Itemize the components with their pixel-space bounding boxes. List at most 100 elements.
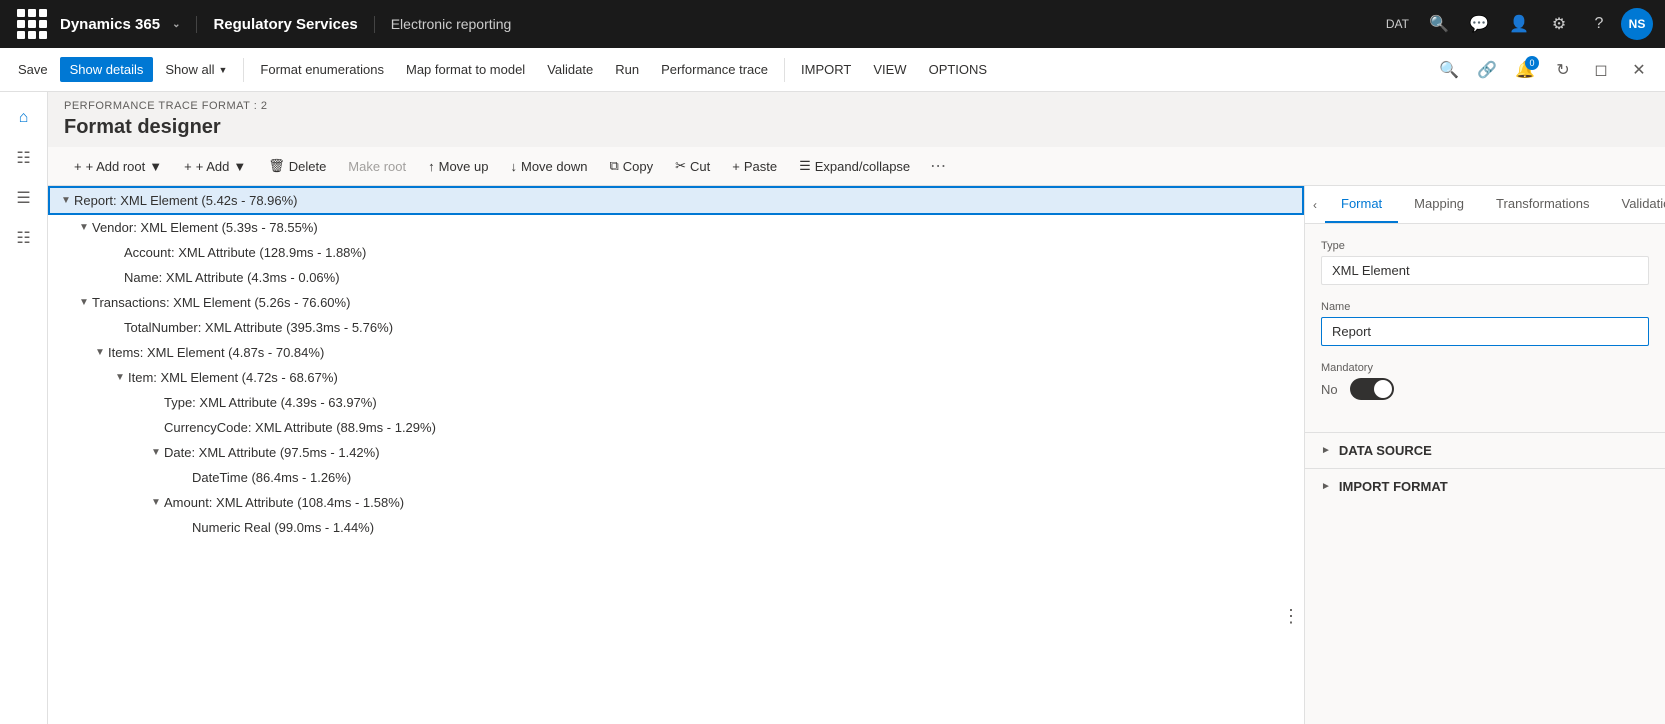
- chat-icon[interactable]: 💬: [1461, 6, 1497, 42]
- page-title: Format designer: [48, 112, 1665, 147]
- tab-validations[interactable]: Validations: [1605, 186, 1665, 223]
- name-input[interactable]: [1321, 317, 1649, 346]
- tab-transformations[interactable]: Transformations: [1480, 186, 1605, 223]
- copy-icon: ⧉: [609, 158, 618, 174]
- table-row[interactable]: CurrencyCode: XML Attribute (88.9ms - 1.…: [48, 415, 1304, 440]
- window-icon[interactable]: ◻: [1583, 52, 1619, 88]
- expand-chevron-icon[interactable]: ▼: [58, 195, 74, 206]
- tab-mapping[interactable]: Mapping: [1398, 186, 1480, 223]
- user-icon[interactable]: 👤: [1501, 6, 1537, 42]
- table-row[interactable]: ▼ Date: XML Attribute (97.5ms - 1.42%): [48, 440, 1304, 465]
- table-row[interactable]: DateTime (86.4ms - 1.26%): [48, 465, 1304, 490]
- sidebar-home-icon[interactable]: ⌂: [6, 100, 42, 136]
- more-tree-options-icon[interactable]: ⋮: [1282, 606, 1300, 627]
- mandatory-row: No: [1321, 378, 1649, 400]
- refresh-icon[interactable]: ↻: [1545, 52, 1581, 88]
- expand-chevron-icon[interactable]: ▼: [92, 347, 108, 358]
- type-value: XML Element: [1321, 256, 1649, 285]
- run-button[interactable]: Run: [605, 57, 649, 82]
- sidebar-nav-icon[interactable]: ☰: [6, 180, 42, 216]
- show-details-button[interactable]: Show details: [60, 57, 154, 82]
- table-row[interactable]: ▼ Items: XML Element (4.87s - 70.84%): [48, 340, 1304, 365]
- spacer-icon: [108, 322, 124, 333]
- paste-icon: +: [732, 159, 740, 174]
- link-icon[interactable]: 🔗: [1469, 52, 1505, 88]
- close-icon[interactable]: ✕: [1621, 52, 1657, 88]
- delete-button[interactable]: 🗑 Delete: [258, 153, 336, 179]
- apps-button[interactable]: [12, 4, 52, 44]
- notification-icon[interactable]: 🔔 0: [1507, 52, 1543, 88]
- add-chevron-icon: ▼: [233, 159, 246, 174]
- type-field-group: Type XML Element: [1321, 240, 1649, 285]
- brand-chevron-icon[interactable]: ⌄: [172, 19, 180, 30]
- move-down-button[interactable]: ↓ Move down: [500, 154, 597, 179]
- tab-format[interactable]: Format: [1325, 186, 1398, 223]
- view-button[interactable]: VIEW: [863, 57, 916, 82]
- table-row[interactable]: Type: XML Attribute (4.39s - 63.97%): [48, 390, 1304, 415]
- perf-trace-button[interactable]: Performance trace: [651, 57, 778, 82]
- table-row[interactable]: Numeric Real (99.0ms - 1.44%): [48, 515, 1304, 540]
- command-bar: Save Show details Show all ▼ Format enum…: [0, 48, 1665, 92]
- import-format-label: IMPORT FORMAT: [1339, 479, 1448, 494]
- move-up-button[interactable]: ↑ Move up: [418, 154, 498, 179]
- expand-chevron-icon[interactable]: ▼: [148, 497, 164, 508]
- separator-2: [784, 58, 785, 82]
- table-row[interactable]: ▼ Amount: XML Attribute (108.4ms - 1.58%…: [48, 490, 1304, 515]
- mandatory-no-label: No: [1321, 382, 1338, 397]
- import-button[interactable]: IMPORT: [791, 57, 861, 82]
- format-enumerations-button[interactable]: Format enumerations: [250, 57, 394, 82]
- copy-button[interactable]: ⧉ Copy: [599, 153, 663, 179]
- left-sidebar: ⌂ ☷ ☰ ☷: [0, 92, 48, 724]
- table-row[interactable]: ▼ Transactions: XML Element (5.26s - 76.…: [48, 290, 1304, 315]
- sidebar-filter-icon[interactable]: ☷: [6, 140, 42, 176]
- mandatory-toggle[interactable]: [1350, 378, 1394, 400]
- sidebar-list-icon[interactable]: ☷: [6, 220, 42, 256]
- right-panel: ‹ Format Mapping Transformations Validat…: [1305, 186, 1665, 724]
- breadcrumb: PERFORMANCE TRACE FORMAT : 2: [48, 92, 1665, 112]
- spacer-icon: [176, 522, 192, 533]
- name-field-group: Name: [1321, 301, 1649, 346]
- save-button[interactable]: Save: [8, 57, 58, 82]
- make-root-button[interactable]: Make root: [338, 154, 416, 179]
- expand-chevron-icon[interactable]: ▼: [112, 372, 128, 383]
- cut-button[interactable]: ✂ Cut: [665, 153, 720, 179]
- settings-icon[interactable]: ⚙: [1541, 6, 1577, 42]
- name-label: Name: [1321, 301, 1649, 313]
- add-button[interactable]: + + Add ▼: [174, 154, 256, 179]
- import-format-chevron-icon: ►: [1321, 481, 1331, 492]
- spacer-icon: [108, 247, 124, 258]
- search-icon[interactable]: 🔍: [1421, 6, 1457, 42]
- page-name: Electronic reporting: [375, 16, 1378, 32]
- spacer-icon: [108, 272, 124, 283]
- expand-chevron-icon[interactable]: ▼: [76, 297, 92, 308]
- show-all-chevron-icon: ▼: [219, 65, 228, 75]
- expand-chevron-icon[interactable]: ▼: [76, 222, 92, 233]
- expand-collapse-button[interactable]: ☰ Expand/collapse: [789, 153, 920, 179]
- spacer-icon: [148, 422, 164, 433]
- table-row[interactable]: ▼ Item: XML Element (4.72s - 68.67%): [48, 365, 1304, 390]
- avatar[interactable]: NS: [1621, 8, 1653, 40]
- table-row[interactable]: Name: XML Attribute (4.3ms - 0.06%): [48, 265, 1304, 290]
- add-root-button[interactable]: + + Add root ▼: [64, 154, 172, 179]
- table-row[interactable]: Account: XML Attribute (128.9ms - 1.88%): [48, 240, 1304, 265]
- right-tabs: ‹ Format Mapping Transformations Validat…: [1305, 186, 1665, 224]
- help-icon[interactable]: ?: [1581, 6, 1617, 42]
- search-cmd-icon[interactable]: 🔍: [1431, 52, 1467, 88]
- paste-button[interactable]: + Paste: [722, 154, 787, 179]
- options-button[interactable]: OPTIONS: [919, 57, 998, 82]
- designer-toolbar: + + Add root ▼ + + Add ▼ 🗑 Delete Make r…: [48, 147, 1665, 186]
- map-format-button[interactable]: Map format to model: [396, 57, 535, 82]
- import-format-section[interactable]: ► IMPORT FORMAT: [1305, 468, 1665, 504]
- module-name: Regulatory Services: [197, 16, 374, 33]
- validate-button[interactable]: Validate: [537, 57, 603, 82]
- data-source-section[interactable]: ► DATA SOURCE: [1305, 432, 1665, 468]
- expand-chevron-icon[interactable]: ▼: [148, 447, 164, 458]
- more-options-icon[interactable]: ⋯: [922, 151, 954, 181]
- tabs-left-arrow-icon[interactable]: ‹: [1305, 188, 1325, 222]
- table-row[interactable]: ▼ Report: XML Element (5.42s - 78.96%): [48, 186, 1304, 215]
- table-row[interactable]: TotalNumber: XML Attribute (395.3ms - 5.…: [48, 315, 1304, 340]
- tree-panel[interactable]: ▼ Report: XML Element (5.42s - 78.96%) ▼…: [48, 186, 1305, 724]
- delete-icon: 🗑: [268, 158, 285, 174]
- show-all-button[interactable]: Show all ▼: [155, 57, 237, 82]
- table-row[interactable]: ▼ Vendor: XML Element (5.39s - 78.55%): [48, 215, 1304, 240]
